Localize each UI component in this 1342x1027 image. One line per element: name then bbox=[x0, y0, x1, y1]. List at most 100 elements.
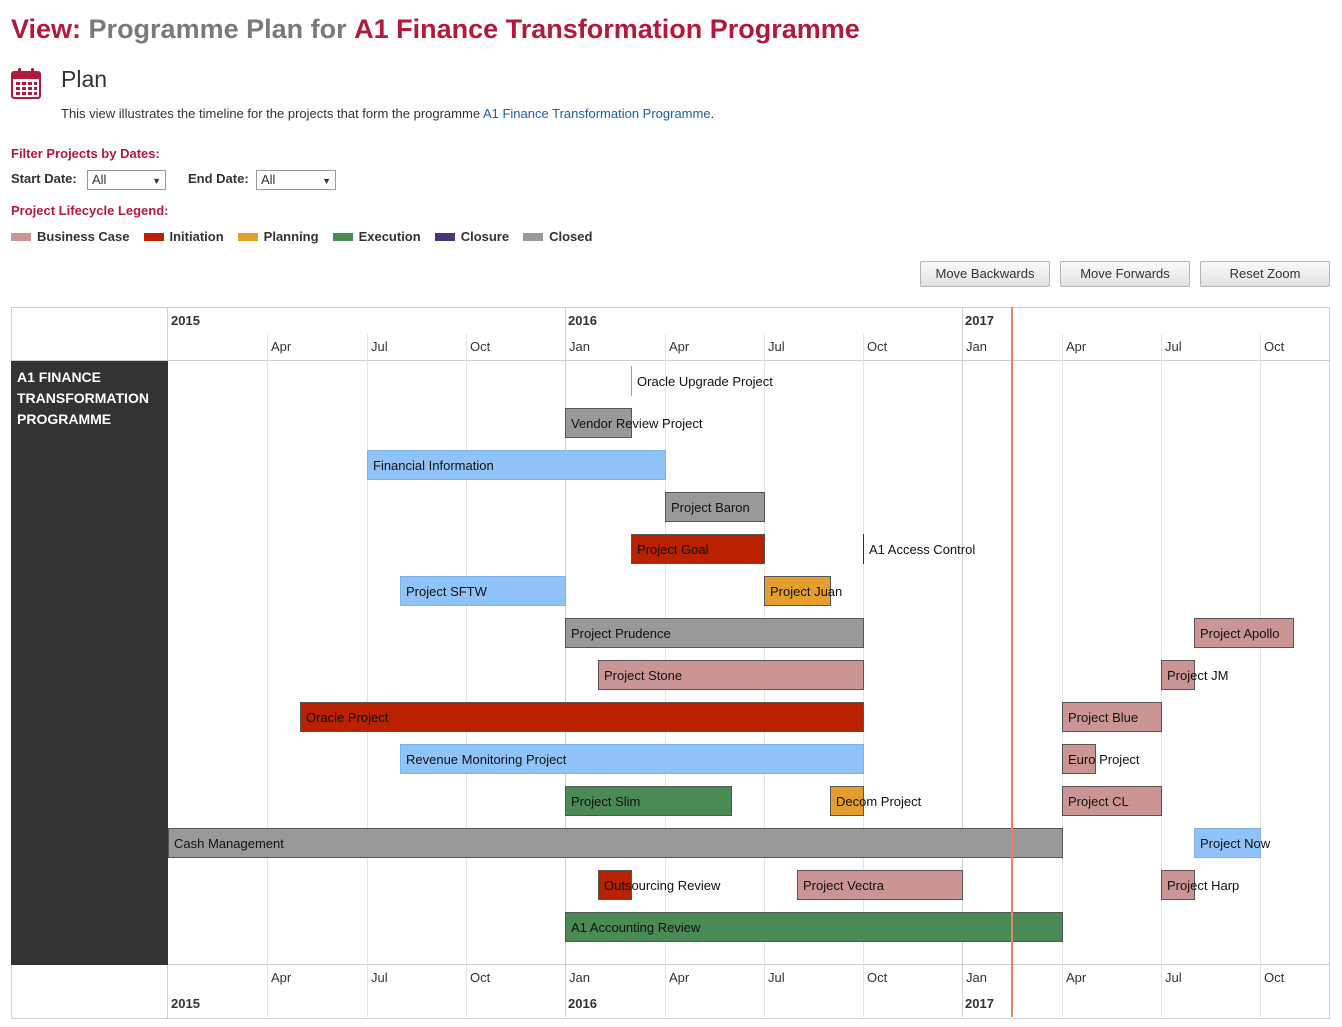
legend-item: Initiation bbox=[143, 229, 224, 244]
month-label-top: Oct bbox=[470, 339, 491, 354]
month-label-bottom: Jan bbox=[966, 970, 987, 985]
legend-label: Planning bbox=[263, 229, 319, 244]
project-label: Project Juan bbox=[770, 584, 843, 599]
project-label: Project Now bbox=[1200, 836, 1271, 851]
start-date-label: Start Date: bbox=[11, 171, 77, 186]
chevron-down-icon: ▼ bbox=[322, 176, 331, 186]
year-label-bottom: 2016 bbox=[568, 996, 597, 1011]
month-label-bottom: Apr bbox=[669, 970, 690, 985]
project-label: Financial Information bbox=[373, 458, 494, 473]
month-label-bottom: Apr bbox=[1066, 970, 1087, 985]
project-label: Project Baron bbox=[671, 500, 750, 515]
today-marker bbox=[1011, 307, 1013, 1017]
month-gridline bbox=[367, 334, 368, 1017]
chevron-down-icon: ▼ bbox=[152, 176, 161, 186]
calendar-icon bbox=[11, 68, 41, 99]
project-label: Project SFTW bbox=[406, 584, 487, 599]
month-label-bottom: Oct bbox=[867, 970, 888, 985]
project-label: Cash Management bbox=[174, 836, 284, 851]
legend-swatch bbox=[523, 232, 544, 241]
project-label: Project Slim bbox=[571, 794, 641, 809]
legend-item: Execution bbox=[332, 229, 421, 244]
title-middle: Programme Plan for bbox=[88, 14, 347, 44]
year-label-top: 2015 bbox=[171, 313, 200, 328]
project-label: Project Blue bbox=[1068, 710, 1139, 725]
legend-swatch bbox=[434, 232, 455, 241]
project-label: Project Vectra bbox=[803, 878, 884, 893]
legend-label: Initiation bbox=[169, 229, 224, 244]
month-label-bottom: Jul bbox=[371, 970, 388, 985]
project-label: Project Stone bbox=[604, 668, 683, 683]
month-label-top: Apr bbox=[1066, 339, 1087, 354]
project-milestone bbox=[863, 534, 864, 564]
end-date-select[interactable]: All ▼ bbox=[256, 170, 336, 190]
header-column-divider bbox=[167, 307, 168, 361]
project-label: Project Prudence bbox=[571, 626, 671, 641]
legend-item: Closure bbox=[434, 229, 510, 244]
project-bar[interactable] bbox=[168, 828, 1063, 858]
start-date-select[interactable]: All ▼ bbox=[87, 170, 166, 190]
legend-label: Execution bbox=[358, 229, 421, 244]
project-label: Project Harp bbox=[1167, 878, 1240, 893]
month-label-bottom: Oct bbox=[470, 970, 491, 985]
month-label-top: Jan bbox=[569, 339, 590, 354]
footer-column-divider bbox=[167, 964, 168, 1018]
project-label: Revenue Monitoring Project bbox=[406, 752, 567, 767]
project-label: Oracle Upgrade Project bbox=[637, 374, 773, 389]
project-label: Project JM bbox=[1167, 668, 1229, 683]
month-label-top: Jul bbox=[371, 339, 388, 354]
intro-text: This view illustrates the timeline for t… bbox=[61, 106, 481, 121]
month-label-top: Apr bbox=[669, 339, 690, 354]
month-gridline bbox=[466, 334, 467, 1017]
legend-swatch bbox=[143, 232, 164, 241]
view-label: View: bbox=[11, 14, 82, 44]
start-date-value: All bbox=[92, 172, 107, 187]
legend-swatch bbox=[332, 232, 353, 241]
year-label-bottom: 2017 bbox=[965, 996, 994, 1011]
month-label-bottom: Jan bbox=[569, 970, 590, 985]
month-gridline bbox=[962, 307, 963, 1017]
project-label: Project CL bbox=[1068, 794, 1129, 809]
year-label-bottom: 2015 bbox=[171, 996, 200, 1011]
project-label: Outsourcing Review bbox=[604, 878, 721, 893]
month-label-top: Apr bbox=[271, 339, 292, 354]
page-title: View: Programme Plan for A1 Finance Tran… bbox=[11, 14, 860, 45]
programme-link[interactable]: A1 Finance Transformation Programme bbox=[483, 106, 711, 121]
month-label-top: Oct bbox=[1264, 339, 1285, 354]
month-label-top: Jan bbox=[966, 339, 987, 354]
lifecycle-legend: Business Case Initiation Planning Execution… bbox=[11, 229, 606, 245]
project-label: Project Goal bbox=[637, 542, 709, 557]
month-label-bottom: Jul bbox=[1165, 970, 1182, 985]
project-milestone bbox=[631, 366, 632, 396]
move-forwards-button[interactable]: Move Forwards bbox=[1060, 261, 1190, 287]
plan-title: Plan bbox=[61, 66, 108, 92]
reset-zoom-button[interactable]: Reset Zoom bbox=[1200, 261, 1330, 287]
legend-label: Closure bbox=[460, 229, 510, 244]
end-date-value: All bbox=[261, 172, 276, 187]
legend-label: Closed bbox=[549, 229, 593, 244]
month-label-top: Jul bbox=[1165, 339, 1182, 354]
end-date-label: End Date: bbox=[188, 171, 249, 186]
project-label: Oracle Project bbox=[306, 710, 389, 725]
intro-end: . bbox=[710, 106, 715, 121]
year-label-top: 2016 bbox=[568, 313, 597, 328]
group-label: A1 FINANCE TRANSFORMATION PROGRAMME bbox=[17, 369, 149, 427]
year-label-top: 2017 bbox=[965, 313, 994, 328]
legend-swatch bbox=[11, 232, 31, 241]
legend-swatch bbox=[237, 232, 258, 241]
header-divider bbox=[11, 360, 1330, 361]
project-label: Project Apollo bbox=[1200, 626, 1280, 641]
filter-heading: Filter Projects by Dates: bbox=[11, 146, 160, 161]
project-label: Vendor Review Project bbox=[571, 416, 703, 431]
legend-item: Business Case bbox=[11, 229, 130, 244]
month-label-top: Jul bbox=[768, 339, 785, 354]
plan-intro: This view illustrates the timeline for t… bbox=[61, 106, 714, 121]
legend-item: Closed bbox=[523, 229, 592, 244]
month-label-top: Oct bbox=[867, 339, 888, 354]
move-backwards-button[interactable]: Move Backwards bbox=[920, 261, 1050, 287]
project-label: Decom Project bbox=[836, 794, 922, 809]
legend-item: Planning bbox=[237, 229, 319, 244]
project-label: A1 Access Control bbox=[869, 542, 976, 557]
month-label-bottom: Apr bbox=[271, 970, 292, 985]
project-label: A1 Accounting Review bbox=[571, 920, 701, 935]
